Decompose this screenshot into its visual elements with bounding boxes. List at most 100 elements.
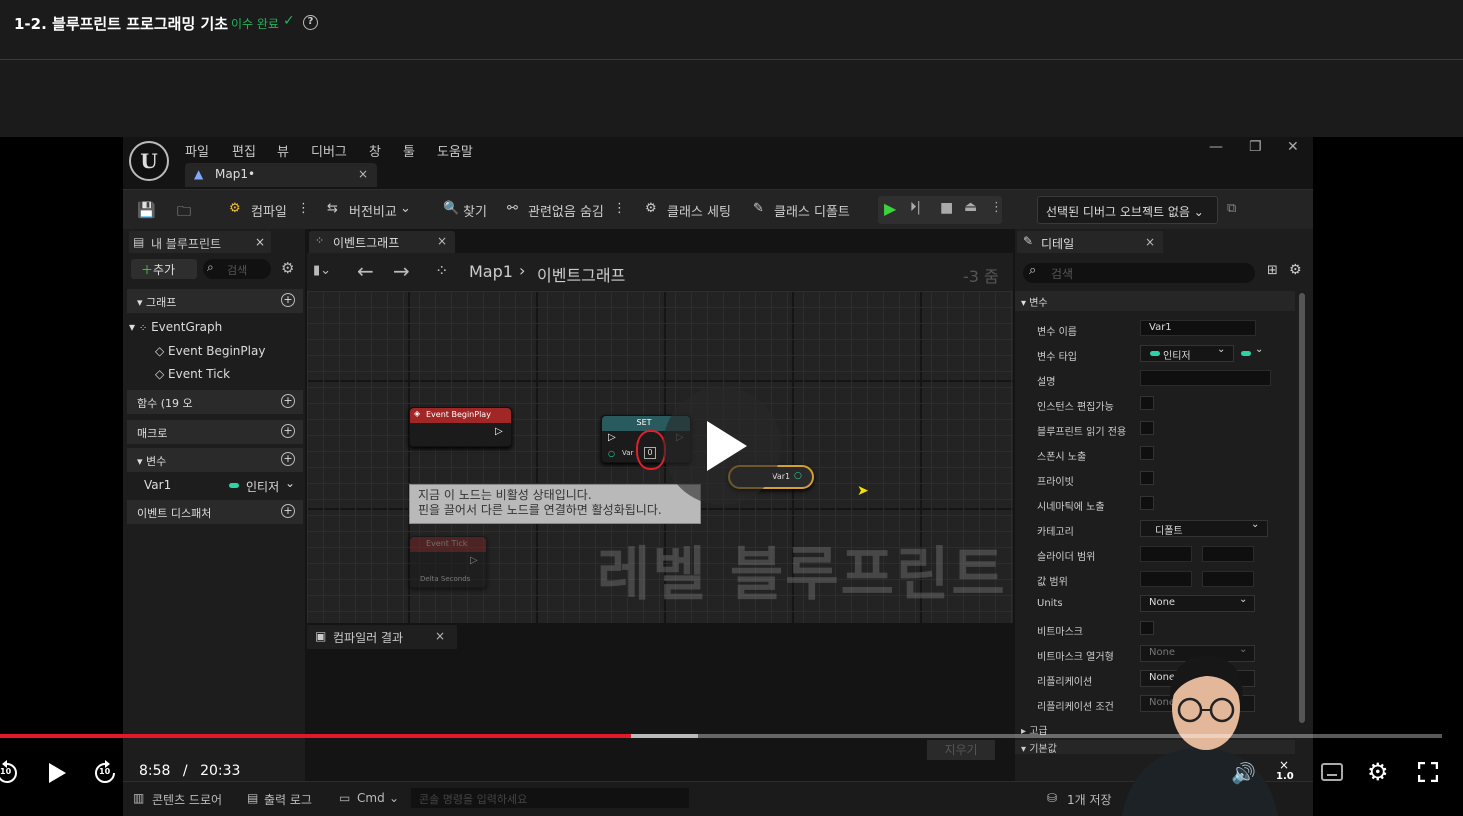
output-log-icon: ▤ [247, 791, 259, 805]
add-button: ＋추가 [131, 259, 197, 279]
content-drawer-icon: ▥ [133, 791, 145, 805]
graph-icon: ⁘ [435, 261, 449, 280]
class-defaults-label: 클래스 디폴트 [774, 205, 850, 220]
output-log-label: 출력 로그 [264, 793, 312, 807]
progress-played [0, 734, 632, 738]
header-spacer [0, 60, 1463, 137]
settings-button[interactable]: ⚙ [1367, 758, 1389, 786]
mouse-cursor-icon: ➤ [857, 483, 869, 499]
gear-icon: ⚙ [1289, 262, 1302, 278]
fullscreen-button[interactable] [1417, 761, 1439, 786]
close-icon: × [437, 234, 448, 248]
source-control-icon: ⛁ [1047, 791, 1058, 805]
prop-value-range: 값 범위 [1037, 577, 1068, 588]
prop-private: 프라이빗 [1037, 477, 1074, 488]
play-icon [49, 763, 66, 783]
subtitles-button[interactable] [1321, 763, 1343, 781]
event-graph-label: EventGraph [151, 320, 223, 334]
event-beginplay-node: Event BeginPlay ◈ ▷ [409, 407, 512, 447]
current-time: 8:58 [139, 763, 171, 779]
step-icon: ⏵| [910, 200, 921, 215]
save-status-label: 1개 저장 [1067, 793, 1112, 807]
volume-button[interactable]: 🔊 [1231, 761, 1256, 785]
close-window-icon: ✕ [1287, 139, 1299, 155]
find-label: 찾기 [463, 205, 487, 220]
play-button[interactable] [46, 762, 68, 788]
compile-label: 컴파일 [251, 205, 287, 220]
console-input: 콘솔 명령을 입력하세요 [411, 788, 689, 808]
var-type-value: 인티저 [1163, 351, 1191, 362]
prop-expose-on-spawn: 스폰시 노출 [1037, 452, 1087, 463]
level-blueprint-watermark: 레벨 블루프린트 [597, 540, 1007, 608]
details-search-placeholder: 검색 [1051, 267, 1074, 281]
big-play-button[interactable] [663, 387, 781, 505]
help-icon[interactable]: ? [303, 15, 318, 30]
tooltip-line-2: 핀을 끌어서 다른 노드를 연결하면 활성화됩니다. [418, 503, 662, 517]
skip-forward-button[interactable]: 10 [92, 760, 118, 786]
details-scrollbar [1299, 293, 1305, 723]
pencil-icon: ✎ [753, 201, 764, 216]
dispatchers-section: 이벤트 디스패처 + [127, 500, 303, 524]
variable-section-header: ▾ 변수 [1015, 291, 1295, 311]
class-settings-label: 클래스 세팅 [667, 205, 731, 220]
graphs-text: 그래프 [146, 296, 177, 309]
instructor-image [1122, 655, 1278, 816]
graph-navigation: ▮⌄ ← → ⁘ Map1 › 이벤트그래프 -3 줌 [307, 253, 1013, 291]
prop-description: 설명 [1037, 377, 1056, 388]
add-dispatcher-icon: + [281, 504, 295, 518]
subtitles-icon [1327, 774, 1337, 776]
skip-back-button[interactable]: 10 [0, 760, 20, 786]
expose-cinematics-checkbox [1140, 496, 1154, 510]
chevron-down-icon: ⌄ [285, 476, 296, 490]
begin-play-item: ◇ Event BeginPlay [155, 344, 266, 358]
add-variable-icon: + [281, 452, 295, 466]
close-icon: × [435, 629, 446, 643]
video-player[interactable]: U 파일 편집 뷰 디버그 창 툴 도움말 — ❐ ✕ ▲ Map1• × 💾 … [0, 137, 1463, 816]
playback-speed-button[interactable]: × 1.0 [1276, 758, 1294, 784]
functions-label: 함수 (19 오 [137, 397, 193, 410]
tick-item: ◇ Event Tick [155, 367, 231, 381]
volume-icon: 🔊 [1231, 761, 1256, 785]
search-icon: ⌕ [1029, 263, 1037, 278]
exec-pin-icon: ▷ [470, 555, 478, 566]
graph-icon: ⁘ [138, 323, 148, 334]
variable-section-label: 변수 [1029, 298, 1048, 309]
graph-canvas: 레벨 블루프린트 Event BeginPlay ◈ ▷ SET ▷ ▷ ○ V… [307, 291, 1013, 623]
my-blueprint-panel: ▤ 내 블루프린트 × ＋추가 검색 ⌕ ⚙ ▾ 그래프 + ▾ ⁘ EventG… [123, 229, 305, 785]
compile-results-icon: ▣ [315, 629, 327, 643]
time-display: 8:58 / 20:33 [139, 763, 240, 779]
slider-max-field [1202, 546, 1254, 562]
plus-icon: ＋ [141, 263, 154, 277]
event-graph-tab: ⁘ 이벤트그래프 × [309, 231, 455, 253]
event-beginplay-title: Event BeginPlay [426, 410, 491, 419]
event-beginplay-header: Event BeginPlay [410, 408, 511, 423]
begin-play-label: Event BeginPlay [168, 344, 266, 358]
prop-var-type: 변수 타입 [1037, 352, 1077, 363]
menu-edit: 편집 [232, 145, 256, 160]
details-tab-label: 디테일 [1041, 237, 1075, 251]
prop-bitmask-enum: 비트마스크 열거형 [1037, 652, 1114, 663]
event-graph-tab-label: 이벤트그래프 [333, 236, 400, 250]
gear-icon: ⚙ [1367, 758, 1389, 786]
check-icon: ✓ [283, 13, 295, 29]
container-type-icon [1241, 351, 1251, 356]
close-icon: × [255, 235, 266, 249]
units-value: None [1149, 597, 1176, 608]
fullscreen-icon [1417, 761, 1439, 783]
unreal-logo-icon: U [129, 141, 169, 181]
var-name-field: Var1 [1140, 320, 1256, 336]
dispatchers-label: 이벤트 디스패처 [137, 507, 212, 520]
category-select: 디폴트 [1140, 520, 1268, 537]
play-icon [707, 421, 747, 471]
menu-tools: 툴 [403, 145, 415, 160]
debug-object-select: 선택된 디버그 오브젝트 없음 ⌄ [1037, 196, 1218, 224]
progress-bar[interactable] [0, 734, 1442, 738]
prop-expose-cinematics: 시네마틱에 노출 [1037, 502, 1105, 513]
menu-window: 창 [369, 145, 381, 160]
pencil-icon: ✎ [1023, 234, 1034, 248]
exec-pin-icon: ▷ [495, 426, 503, 437]
integer-type-icon [1150, 351, 1160, 356]
search-icon: ⌕ [207, 260, 214, 274]
diff-label: 버전비교 [349, 205, 397, 220]
graphs-label: ▾ 그래프 [137, 296, 177, 309]
